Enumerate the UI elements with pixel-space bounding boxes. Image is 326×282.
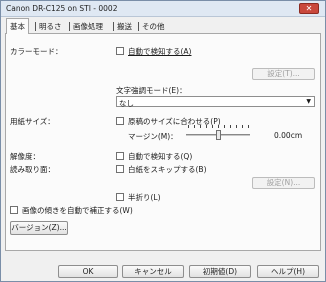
deskew-label[interactable]: 画像の傾きを自動で補正する(W)	[22, 205, 133, 216]
slider-tick	[236, 125, 237, 128]
help-button[interactable]: ヘルプ(H)	[257, 265, 319, 278]
window-title: Canon DR-C125 on STI - 0002	[6, 4, 118, 13]
title-bar[interactable]: Canon DR-C125 on STI - 0002 ✕	[1, 1, 325, 17]
tab-panel-basic: カラーモード： 自動で検知する(A) 設定(T)... 文字強調モード(E)： …	[5, 33, 321, 251]
margin-label: マージン(M)：	[128, 132, 178, 141]
folding-checkbox[interactable]	[116, 193, 124, 201]
skip-blank-checkbox[interactable]	[116, 165, 124, 173]
slider-thumb[interactable]	[216, 130, 221, 140]
paper-size-label: 用紙サイズ：	[10, 117, 55, 126]
tab-image-processing[interactable]: 画像処理	[70, 20, 106, 33]
slider-tick	[200, 125, 201, 128]
slider-tick	[194, 125, 195, 128]
cancel-button[interactable]: キャンセル	[122, 265, 184, 278]
resolution-auto-detect-checkbox[interactable]	[116, 152, 124, 160]
slider-tick	[224, 125, 225, 128]
close-icon: ✕	[305, 4, 313, 13]
tab-feeding[interactable]: 搬送	[114, 20, 135, 33]
tab-brightness[interactable]: 明るさ	[36, 20, 65, 33]
margin-value: 0.00cm	[274, 131, 303, 140]
text-enhance-select[interactable]: なし ▼	[116, 96, 315, 108]
deskew-checkbox[interactable]	[10, 206, 18, 214]
chevron-down-icon: ▼	[306, 98, 311, 105]
tab-bar: 基本 明るさ 画像処理 搬送 その他	[1, 18, 325, 34]
slider-tick	[212, 125, 213, 128]
slider-tick	[242, 125, 243, 128]
color-mode-label: カラーモード：	[10, 47, 63, 56]
match-original-size-checkbox[interactable]	[116, 117, 124, 125]
blank-skip-settings-button[interactable]: 設定(N)...	[252, 177, 315, 189]
tab-basic[interactable]: 基本	[6, 18, 29, 34]
tab-other[interactable]: その他	[139, 20, 168, 33]
margin-slider[interactable]	[186, 124, 250, 144]
resolution-label: 解像度：	[10, 152, 40, 161]
slider-tick	[248, 125, 249, 128]
slider-tick	[206, 125, 207, 128]
slider-tick	[218, 125, 219, 128]
folding-label[interactable]: 半折り(L)	[128, 192, 161, 203]
version-button[interactable]: バージョン(Z)...	[10, 221, 68, 235]
color-auto-detect-checkbox[interactable]	[116, 47, 124, 55]
slider-tick	[230, 125, 231, 128]
text-enhance-label: 文字強調モード(E)：	[116, 86, 187, 95]
color-settings-button[interactable]: 設定(T)...	[252, 68, 315, 80]
close-button[interactable]: ✕	[299, 3, 319, 14]
resolution-auto-detect-label[interactable]: 自動で検知する(Q)	[128, 151, 192, 162]
scan-side-label: 読み取り面：	[10, 165, 55, 174]
ok-button[interactable]: OK	[58, 265, 118, 278]
text-enhance-value: なし	[119, 99, 134, 108]
defaults-button[interactable]: 初期値(D)	[189, 265, 251, 278]
color-auto-detect-label[interactable]: 自動で検知する(A)	[128, 46, 191, 57]
slider-tick	[188, 125, 189, 128]
dialog-window: Canon DR-C125 on STI - 0002 ✕ 基本 明るさ 画像処…	[0, 0, 326, 282]
skip-blank-label[interactable]: 白紙をスキップする(B)	[128, 164, 207, 175]
